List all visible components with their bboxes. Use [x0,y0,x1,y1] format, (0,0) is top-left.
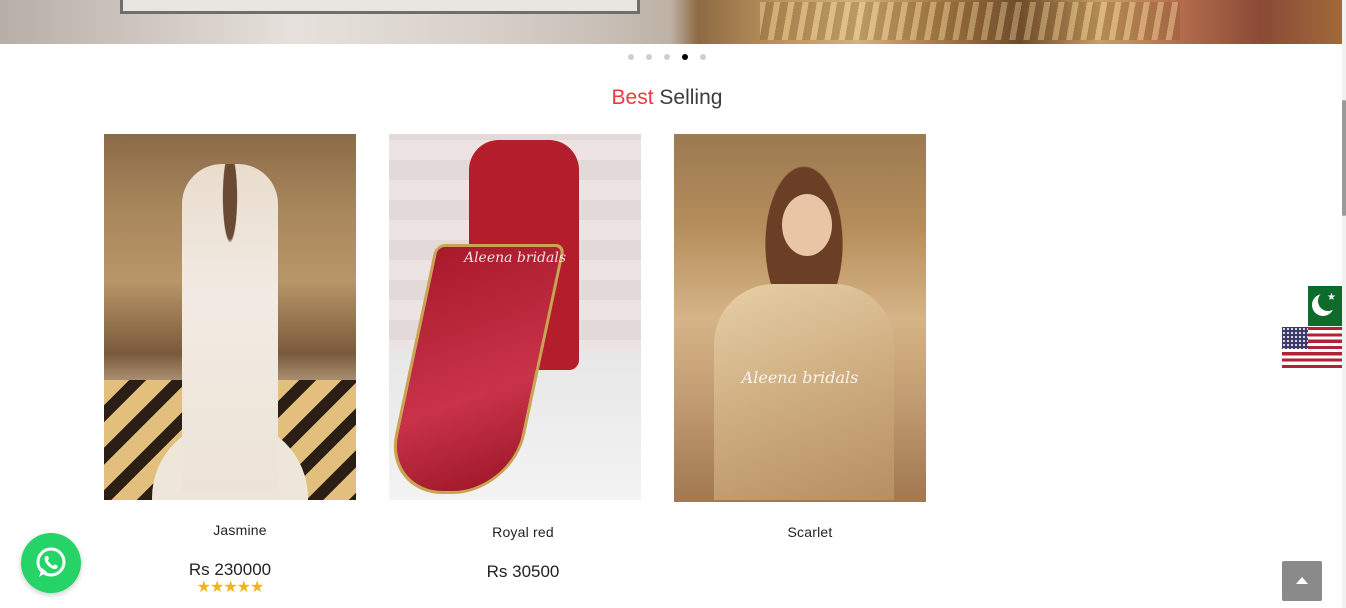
product-card[interactable]: Aleena bridals Scarlet [674,134,926,540]
image-watermark: Aleena bridals [741,368,859,387]
heading-rest: Selling [659,86,723,109]
hero-banner [0,0,1342,44]
carousel-dot-4[interactable] [682,54,688,60]
back-to-top-button[interactable] [1282,561,1322,601]
hero-embroidery [760,2,1180,40]
usa-flag-icon[interactable] [1282,327,1342,368]
whatsapp-glyph-icon [36,547,66,577]
product-name[interactable]: Scarlet [684,524,936,540]
product-card[interactable]: Aleena bridals Royal red Rs 30500 [389,134,641,582]
star-icon: ★ [1327,292,1336,303]
scrollbar-thumb[interactable] [1342,100,1346,216]
product-card[interactable]: Jasmine Rs 230000 ★★★★★ [104,134,356,596]
product-price: Rs 230000 [188,560,272,579]
heading-accent: Best [611,86,654,109]
image-watermark: Aleena bridals [463,250,567,266]
carousel-dot-1[interactable] [628,54,634,60]
flag-canton [1282,327,1308,349]
hero-picture-frame [120,0,640,14]
carousel-dot-3[interactable] [664,54,670,60]
page-scrollbar[interactable] [1342,0,1346,608]
whatsapp-icon[interactable] [21,533,81,593]
carousel-dots [628,54,706,60]
carousel-dot-5[interactable] [700,54,706,60]
product-name[interactable]: Jasmine [114,522,366,538]
chevron-up-icon [1296,577,1308,584]
product-image[interactable]: Aleena bridals [674,134,926,502]
product-name[interactable]: Royal red [397,524,649,540]
product-image[interactable]: Aleena bridals [389,134,641,500]
image-dress [182,164,278,494]
carousel-dot-2[interactable] [646,54,652,60]
product-price: Rs 30500 [486,562,560,581]
product-image[interactable] [104,134,356,500]
pakistan-flag-icon[interactable]: ★ [1297,286,1342,326]
rating-stars: ★★★★★ [196,579,265,596]
section-heading: Best Selling [0,86,1334,110]
image-outfit [714,284,894,500]
image-face [782,194,832,256]
